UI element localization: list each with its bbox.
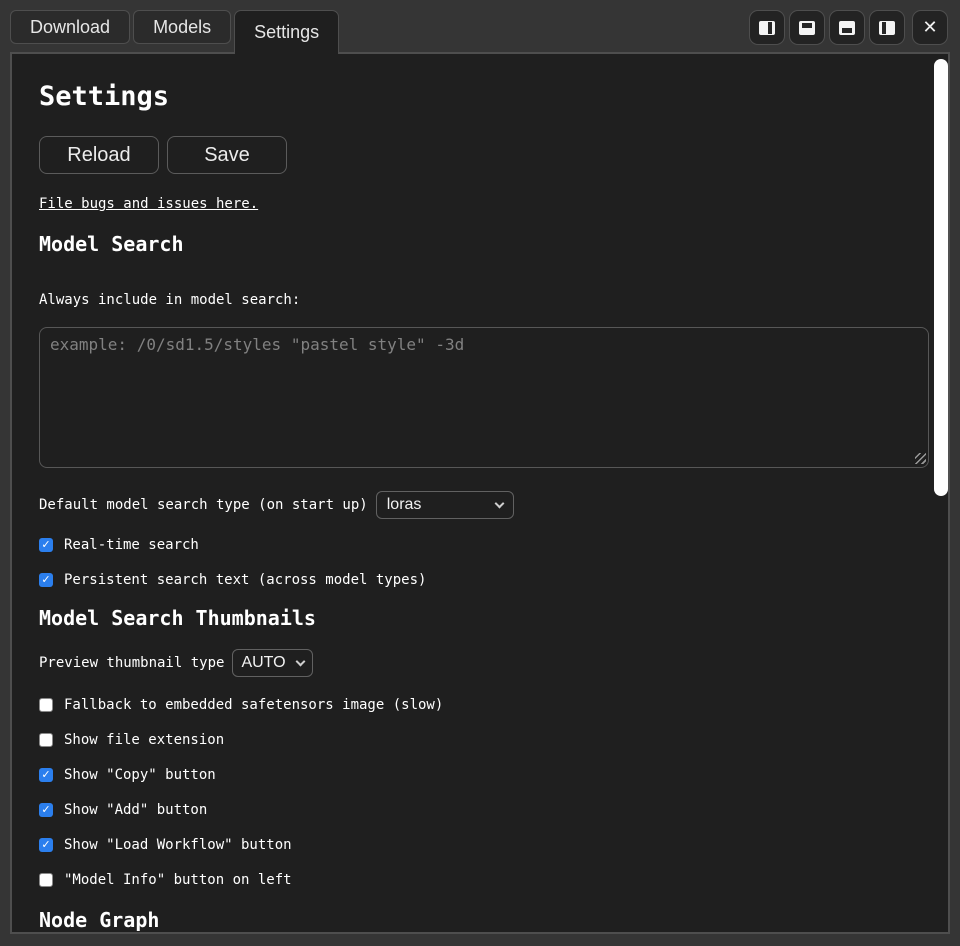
close-button[interactable]: ✕	[912, 10, 948, 45]
dock-top-icon	[799, 21, 815, 35]
chevron-down-icon	[494, 498, 504, 508]
tab-settings[interactable]: Settings	[234, 10, 339, 54]
tab-download[interactable]: Download	[10, 10, 130, 44]
always-include-textarea[interactable]	[39, 327, 929, 468]
dock-top-button[interactable]	[789, 10, 825, 45]
checkbox-label: Show "Copy" button	[64, 767, 216, 783]
vertical-scrollbar-thumb[interactable]	[934, 59, 948, 496]
checkbox[interactable]	[39, 698, 53, 712]
preview-thumbnail-type-select[interactable]: AUTO	[232, 649, 313, 677]
checkbox-label: Real-time search	[64, 537, 199, 553]
checkbox-row[interactable]: Show file extension	[39, 731, 919, 748]
checkbox[interactable]: ✓	[39, 768, 53, 782]
page-title: Settings	[39, 82, 919, 112]
preview-thumbnail-type-row: Preview thumbnail type AUTO	[39, 649, 919, 677]
checkbox[interactable]: ✓	[39, 838, 53, 852]
reload-button[interactable]: Reload	[39, 136, 159, 174]
checkbox-label: "Model Info" button on left	[64, 872, 292, 888]
tab-strip: DownloadModelsSettings	[10, 10, 342, 54]
select-value: AUTO	[241, 654, 285, 672]
checkbox-row[interactable]: Fallback to embedded safetensors image (…	[39, 696, 919, 713]
default-search-type-select[interactable]: loras	[376, 491, 514, 519]
dock-left-icon	[759, 21, 775, 35]
dock-bottom-button[interactable]	[829, 10, 865, 45]
window-controls: ✕	[745, 10, 948, 45]
checkbox-row[interactable]: ✓ Real-time search	[39, 536, 919, 553]
checkbox-row[interactable]: ✓ Persistent search text (across model ty…	[39, 571, 919, 588]
checkbox-row[interactable]: "Model Info" button on left	[39, 871, 919, 888]
dock-left-button[interactable]	[749, 10, 785, 45]
section-heading-node-graph: Node Graph	[39, 908, 919, 932]
checkbox-label: Persistent search text (across model typ…	[64, 572, 426, 588]
default-search-type-label: Default model search type (on start up)	[39, 497, 368, 513]
dock-right-button[interactable]	[869, 10, 905, 45]
thumbnails-checkbox-group: Fallback to embedded safetensors image (…	[39, 696, 919, 888]
tab-models[interactable]: Models	[133, 10, 231, 44]
checkbox-label: Show "Load Workflow" button	[64, 837, 292, 853]
always-include-field-wrap	[39, 327, 929, 468]
resize-grip-icon[interactable]	[915, 453, 926, 464]
dock-right-icon	[879, 21, 895, 35]
checkbox-label: Show file extension	[64, 732, 224, 748]
chevron-down-icon	[296, 656, 306, 666]
checkbox[interactable]	[39, 873, 53, 887]
checkbox-row[interactable]: ✓ Show "Load Workflow" button	[39, 836, 919, 853]
checkbox[interactable]: ✓	[39, 573, 53, 587]
settings-panel: Settings Reload Save File bugs and issue…	[10, 52, 950, 934]
always-include-label: Always include in model search:	[39, 292, 919, 308]
section-heading-model-search: Model Search	[39, 232, 919, 256]
checkbox[interactable]	[39, 733, 53, 747]
default-search-type-row: Default model search type (on start up) …	[39, 491, 919, 519]
select-value: loras	[387, 496, 422, 514]
model-search-checkbox-group: ✓ Real-time search ✓ Persistent search text…	[39, 536, 919, 588]
save-button[interactable]: Save	[167, 136, 287, 174]
section-heading-thumbnails: Model Search Thumbnails	[39, 606, 919, 630]
checkbox[interactable]: ✓	[39, 803, 53, 817]
checkbox-label: Show "Add" button	[64, 802, 207, 818]
preview-thumbnail-type-label: Preview thumbnail type	[39, 655, 224, 671]
checkbox[interactable]: ✓	[39, 538, 53, 552]
checkbox-row[interactable]: ✓ Show "Add" button	[39, 801, 919, 818]
dock-bottom-icon	[839, 21, 855, 35]
checkbox-row[interactable]: ✓ Show "Copy" button	[39, 766, 919, 783]
settings-content: Settings Reload Save File bugs and issue…	[12, 54, 948, 932]
close-icon: ✕	[922, 19, 937, 37]
bug-report-link[interactable]: File bugs and issues here.	[39, 196, 258, 212]
checkbox-label: Fallback to embedded safetensors image (…	[64, 697, 443, 713]
action-button-row: Reload Save	[39, 136, 919, 174]
tab-bar: DownloadModelsSettings ✕	[0, 0, 960, 52]
